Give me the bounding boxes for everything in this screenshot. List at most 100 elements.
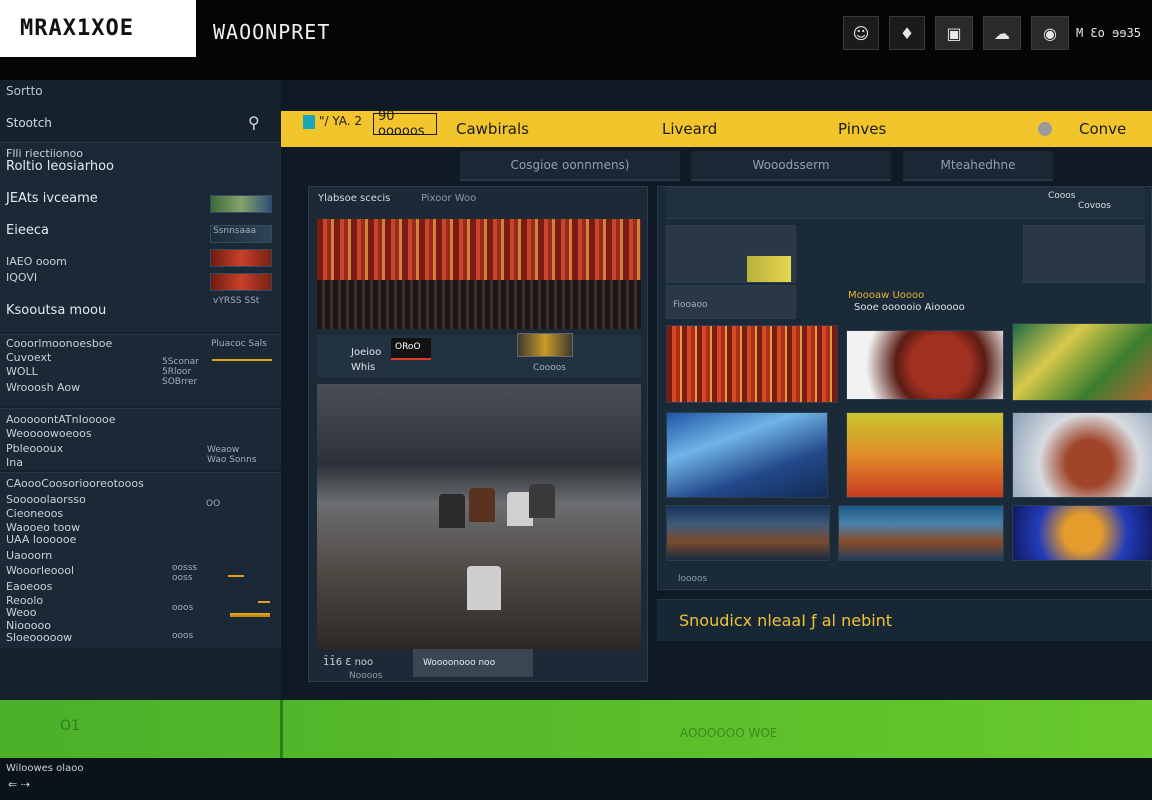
nav-item-conve[interactable]: Conve [1079, 120, 1126, 138]
brand-icon[interactable] [303, 115, 315, 129]
panel-action-button[interactable]: Woooonooo noo [413, 649, 533, 677]
sidebar-tag: Weaow [207, 445, 240, 455]
nav-item-cawbirals[interactable]: Cawbirals [456, 120, 529, 138]
promo-banner[interactable]: Snoudicx nleaaI ƒ al nebint [657, 599, 1152, 641]
sidebar-item[interactable]: Eieeca [6, 223, 49, 238]
chair-shape [469, 488, 495, 522]
cloud-icon[interactable]: ☁ [983, 16, 1021, 50]
nav-small-label: "/ YA. 2 [319, 114, 363, 128]
photo-tile-shore-2[interactable] [838, 505, 1004, 561]
search-label: Stootch [6, 116, 52, 130]
media-grid-right: Cooos Covoos Fiooaoo Moooaw Uoooo Sooe o… [657, 186, 1152, 590]
sidebar-item[interactable]: Cooorlmoonoesboe [6, 337, 112, 350]
strip-label-2: Whis [351, 362, 376, 373]
panel-footer-label: 1̄1̄6 Ɛ noo [323, 657, 374, 668]
sidebar-item[interactable]: Cieoneoos [6, 507, 63, 520]
sidebar-tag: Ssnnsaaa [213, 226, 257, 236]
panel-footer-sub: Noooos [349, 671, 383, 681]
photo-tile-field[interactable] [846, 412, 1004, 498]
sidebar-item[interactable]: JEAts ivceame [6, 191, 98, 206]
app-title: WAOONPRET [213, 20, 331, 44]
tab-3[interactable]: Mteahedhne [903, 151, 1053, 181]
grid-tile[interactable] [1023, 225, 1145, 283]
sidebar-item[interactable]: AooooontATnIooooe [6, 413, 116, 426]
sidebar-tag: Wao Sonns [207, 455, 257, 465]
sidebar-item[interactable]: Weoooowoeoos [6, 427, 92, 440]
sidebar-item[interactable]: Roltio leosiarhoo [6, 159, 114, 174]
media-chip[interactable]: ORoO [391, 338, 431, 360]
sidebar-tag: ooos [172, 631, 194, 641]
chair-shape [467, 566, 501, 610]
sidebar-item[interactable]: Ina [6, 456, 23, 469]
grid-tile[interactable]: Fiooaoo [666, 285, 796, 319]
sidebar-item[interactable]: Pbleoooux [6, 442, 63, 455]
sidebar-item[interactable]: Uaooorn [6, 549, 52, 562]
sidebar-tag: 5Sconar [162, 357, 199, 367]
media-panel-left: Ylabsoe scecis Pixoor Woo Joeioo Whis OR… [308, 186, 648, 682]
status-bar: Wiloowes olaoo ⇐ ⇢ [0, 758, 1152, 800]
sidebar-tag: Pluacoc Sals [211, 339, 267, 349]
sidebar-item[interactable]: Cuvoext [6, 351, 51, 364]
media-thumbnail[interactable] [517, 333, 573, 357]
sidebar-item[interactable]: Wrooosh Aow [6, 381, 80, 394]
sidebar-item[interactable]: Sooooolaorsso [6, 493, 86, 506]
top-bar: MRAX1XOE WAOONPRET ☺ ♦ ▣ ☁ ◉ M Ɛo ɘɘ35 [0, 0, 1152, 80]
sidebar-item[interactable]: IQOVI [6, 271, 37, 284]
strip-label-1: Joeioo [351, 347, 382, 358]
nav-item-liveard[interactable]: Liveard [662, 120, 717, 138]
tab-2[interactable]: Wooodsserm [691, 151, 891, 181]
sidebar-item[interactable]: CAoooCoosoriooreotooos [6, 477, 144, 490]
toolbar-icons: ☺ ♦ ▣ ☁ ◉ [843, 16, 1069, 50]
sidebar-item[interactable]: Sloeooooow [6, 631, 72, 644]
navigation-arrows-icon[interactable]: ⇐ ⇢ [8, 778, 30, 791]
stadium-crowd-image[interactable] [317, 219, 641, 329]
tab-1[interactable]: Cosgioe oonnmens) [460, 151, 680, 181]
grid-subtitle: Moooaw Uoooo [848, 290, 925, 301]
tile-label: Fiooaoo [673, 300, 708, 310]
photo-tile-mask[interactable] [846, 330, 1004, 400]
sidebar-item[interactable]: Ksooutsa moou [6, 303, 106, 318]
divider [280, 700, 283, 758]
diamond-icon[interactable]: ♦ [889, 16, 925, 50]
sidebar-thumbnail[interactable] [210, 195, 272, 213]
sidebar-tag: vYRSS SSt [213, 296, 260, 306]
user-label[interactable]: M Ɛo ɘɘ35 [1076, 26, 1141, 40]
image-icon[interactable]: ▣ [935, 16, 973, 50]
sidebar-item[interactable]: WOLL [6, 365, 38, 378]
sidebar-tag: ooos [172, 603, 194, 613]
count-box[interactable]: 90 ooooos [373, 109, 437, 139]
photo-tile-creature[interactable] [1012, 412, 1152, 498]
app-logo[interactable]: MRAX1XOE [0, 0, 196, 57]
search-icon[interactable]: ⚲ [248, 113, 260, 132]
sidebar-item[interactable]: Eaoeoos [6, 580, 52, 593]
progress-bar [228, 575, 244, 577]
sidebar-section-3: AooooontATnIooooe Weoooowoeoos Pbleoooux… [0, 408, 281, 470]
photo-tile-crowd[interactable] [666, 325, 838, 403]
grid-subtitle-line: Sooe oooooio Aiooooo [854, 302, 965, 313]
green-band: O1 AOOOOOO WOE [0, 700, 1152, 758]
grid-footer: loooos [678, 574, 708, 584]
top-navigation: "/ YA. 2 90 ooooos Cawbirals Liveard Pin… [281, 109, 1152, 147]
sidebar-item[interactable]: Weoo [6, 606, 36, 619]
photo-tile-colorful[interactable] [1012, 323, 1152, 401]
sidebar-thumbnail[interactable] [210, 249, 272, 267]
photo-tile-blue[interactable] [666, 412, 828, 498]
photo-tile-orange[interactable] [1012, 505, 1152, 561]
dish-icon[interactable]: ◉ [1031, 16, 1069, 50]
sidebar-section-2: Cooorlmoonoesboe Cuvoext WOLL Wrooosh Ao… [0, 334, 281, 406]
status-label: Wiloowes olaoo [6, 763, 84, 774]
photo-tile-shore[interactable] [666, 505, 830, 561]
sidebar-item[interactable]: Wooorleoool [6, 564, 74, 577]
thumbnail-label: Coooos [533, 363, 566, 373]
sidebar-tag: ooss [172, 573, 193, 583]
sidebar-item[interactable]: IAEO ooom [6, 255, 67, 268]
room-preview-image[interactable] [317, 384, 641, 650]
user-icon[interactable]: ☺ [843, 16, 879, 50]
chair-shape [529, 484, 555, 518]
sidebar-item[interactable]: UAA loooooe [6, 533, 76, 546]
panel-header-secondary: Pixoor Woo [421, 193, 477, 204]
sidebar-search[interactable]: Stootch ⚲ [0, 108, 281, 138]
sidebar-thumbnail[interactable] [210, 273, 272, 291]
grid-tile[interactable] [746, 255, 792, 283]
nav-item-pinves[interactable]: Pinves [838, 120, 886, 138]
